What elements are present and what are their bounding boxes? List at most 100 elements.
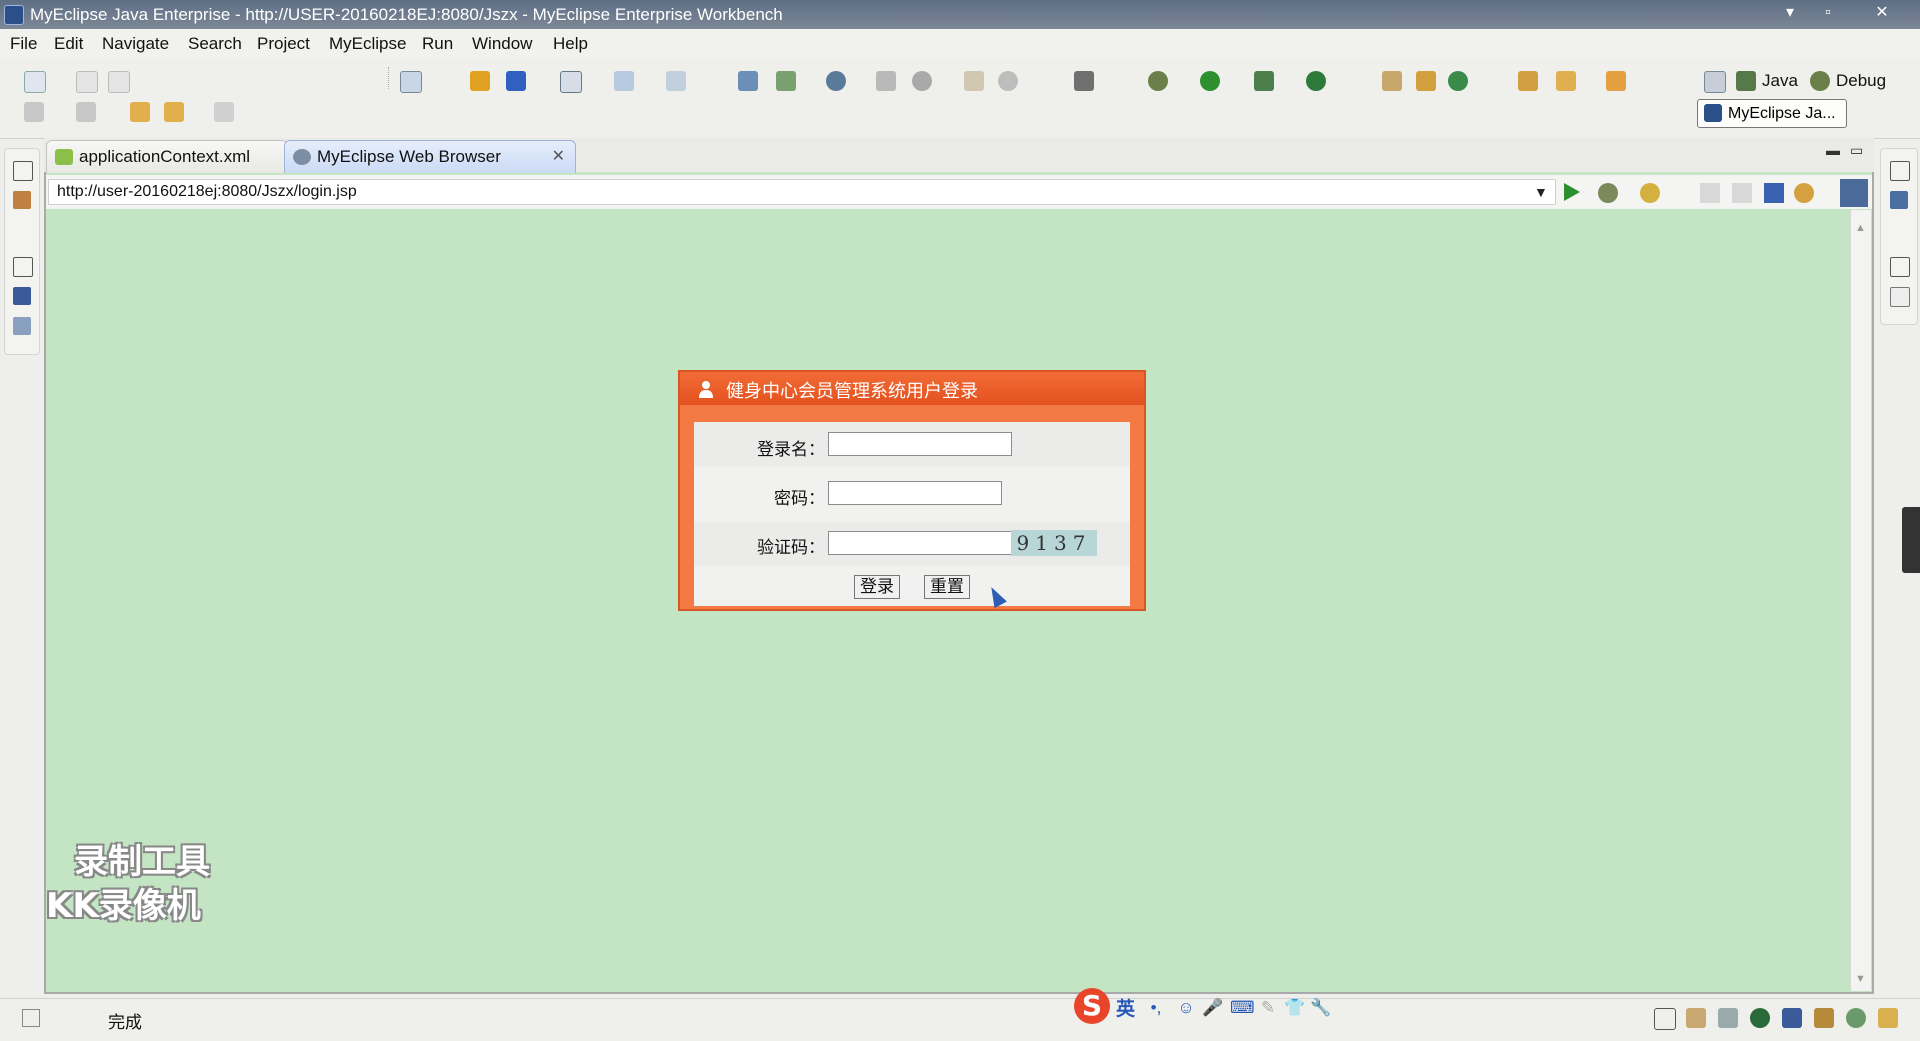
tab-application-context[interactable]: applicationContext.xml xyxy=(46,140,288,173)
page-scrollbar[interactable]: ▲ ▼ xyxy=(1850,210,1871,991)
pin-icon[interactable] xyxy=(1556,71,1576,91)
folder-icon[interactable] xyxy=(1606,71,1626,91)
open-perspective-icon[interactable] xyxy=(1704,71,1726,93)
web-browser-icon[interactable] xyxy=(826,71,846,91)
close-tab-icon[interactable]: ✕ xyxy=(552,141,565,173)
refresh-icon[interactable] xyxy=(912,71,932,91)
microphone-icon[interactable]: 🎤 xyxy=(1202,998,1223,1018)
properties-view-icon[interactable] xyxy=(1890,287,1910,307)
restore-button[interactable]: ▫ xyxy=(1808,1,1848,27)
open-type-icon[interactable] xyxy=(1382,71,1402,91)
side-panel-handle[interactable] xyxy=(1902,507,1920,573)
undo-icon[interactable] xyxy=(130,102,150,122)
restore-bottom-view-icon[interactable] xyxy=(1654,1008,1676,1030)
outline-icon[interactable] xyxy=(13,317,31,335)
globe-view-icon[interactable] xyxy=(1750,1008,1770,1028)
back-icon[interactable] xyxy=(164,102,184,122)
java-perspective[interactable]: Java xyxy=(1762,71,1798,91)
restore-view-icon-2[interactable] xyxy=(13,257,33,277)
package-explorer-icon[interactable] xyxy=(13,191,31,209)
refresh-page-icon[interactable] xyxy=(1794,183,1814,203)
package-icon[interactable] xyxy=(506,71,526,91)
maximize-editor-icon[interactable]: ▭ xyxy=(1850,142,1863,159)
sync-view-icon[interactable] xyxy=(1846,1008,1866,1028)
restore-right-view-icon[interactable] xyxy=(1890,161,1910,181)
menu-file[interactable]: File xyxy=(10,34,37,54)
back-history-icon[interactable] xyxy=(876,71,896,91)
skin-icon[interactable]: 👕 xyxy=(1284,998,1305,1018)
browser-options-icon[interactable] xyxy=(1840,179,1868,207)
menu-project[interactable]: Project xyxy=(257,34,310,54)
run-tools-icon[interactable] xyxy=(1254,71,1274,91)
scroll-down-icon[interactable]: ▼ xyxy=(1855,973,1866,985)
ime-mode-toggle[interactable]: 英 xyxy=(1116,994,1135,1021)
tab-web-browser[interactable]: MyEclipse Web Browser ✕ xyxy=(284,140,576,173)
outline-view-icon[interactable] xyxy=(1890,191,1908,209)
import-icon[interactable] xyxy=(24,102,44,122)
menu-help[interactable]: Help xyxy=(553,34,588,54)
folder-open-icon[interactable] xyxy=(1518,71,1538,91)
new-icon[interactable] xyxy=(24,71,46,93)
debug-icon[interactable] xyxy=(1148,71,1168,91)
captcha-image[interactable]: 9137 xyxy=(1011,530,1097,556)
fast-view-icon[interactable] xyxy=(22,1009,40,1027)
username-input[interactable] xyxy=(828,432,1012,456)
debug-perspective[interactable]: Debug xyxy=(1836,71,1886,91)
external-tools-icon[interactable] xyxy=(1306,71,1326,91)
search-icon[interactable] xyxy=(666,71,686,91)
config-icon[interactable] xyxy=(964,71,984,91)
menu-window[interactable]: Window xyxy=(472,34,532,54)
favorites-icon[interactable] xyxy=(1640,183,1660,203)
camera-icon[interactable] xyxy=(1074,71,1094,91)
menu-search[interactable]: Search xyxy=(188,34,242,54)
forward-icon[interactable] xyxy=(214,102,234,122)
settings-icon[interactable]: 🔧 xyxy=(1310,998,1331,1018)
servers-icon[interactable] xyxy=(13,287,31,305)
server-icon[interactable] xyxy=(560,71,582,93)
close-button[interactable]: ✕ xyxy=(1862,1,1902,27)
stop-icon[interactable] xyxy=(1764,183,1784,203)
password-input[interactable] xyxy=(828,481,1002,505)
captcha-input[interactable] xyxy=(828,531,1012,555)
minimize-editor-icon[interactable]: ▬ xyxy=(1826,142,1840,158)
reset-button[interactable]: 重置 xyxy=(924,575,970,599)
deploy-icon[interactable] xyxy=(738,71,758,91)
myeclipse-perspective-button[interactable]: MyEclipse Ja... xyxy=(1697,99,1847,128)
login-button[interactable]: 登录 xyxy=(854,575,900,599)
menu-run[interactable]: Run xyxy=(422,34,453,54)
image-view-icon[interactable] xyxy=(1686,1008,1706,1028)
error-log-icon[interactable] xyxy=(1878,1008,1898,1028)
browser-forward-icon[interactable] xyxy=(1732,183,1752,203)
debug-page-icon[interactable] xyxy=(1598,183,1618,203)
print-icon[interactable] xyxy=(108,71,130,93)
run-icon[interactable] xyxy=(1200,71,1220,91)
tasks-icon[interactable] xyxy=(1718,1008,1738,1028)
progress-icon[interactable] xyxy=(1814,1008,1834,1028)
new-project-icon[interactable] xyxy=(400,71,422,93)
browser-back-icon[interactable] xyxy=(1700,183,1720,203)
punctuation-icon[interactable]: •, xyxy=(1146,998,1166,1018)
menu-navigate[interactable]: Navigate xyxy=(102,34,169,54)
console-icon[interactable] xyxy=(1782,1008,1802,1028)
class-wizard-icon[interactable] xyxy=(614,71,634,91)
restore-right-view-icon-2[interactable] xyxy=(1890,257,1910,277)
menu-edit[interactable]: Edit xyxy=(54,34,83,54)
export-icon[interactable] xyxy=(76,102,96,122)
minimize-button[interactable]: ▾ xyxy=(1770,1,1810,27)
url-history-dropdown[interactable]: ▼ xyxy=(1534,184,1548,200)
sogou-logo-icon[interactable]: S xyxy=(1074,988,1110,1024)
save-icon[interactable] xyxy=(76,71,98,93)
scroll-up-icon[interactable]: ▲ xyxy=(1855,222,1866,234)
restore-view-icon[interactable] xyxy=(13,161,33,181)
url-input[interactable] xyxy=(48,179,1556,205)
tools-icon[interactable]: ✎ xyxy=(1258,998,1278,1018)
emoji-icon[interactable]: ☺ xyxy=(1176,998,1196,1018)
open-resource-icon[interactable] xyxy=(1416,71,1436,91)
redeploy-icon[interactable] xyxy=(776,71,796,91)
ejb-icon[interactable] xyxy=(470,71,490,91)
menu-myeclipse[interactable]: MyEclipse xyxy=(329,34,406,54)
db-icon[interactable] xyxy=(998,71,1018,91)
go-icon[interactable] xyxy=(1564,183,1580,201)
sync-icon[interactable] xyxy=(1448,71,1468,91)
keyboard-icon[interactable]: ⌨ xyxy=(1230,998,1255,1018)
